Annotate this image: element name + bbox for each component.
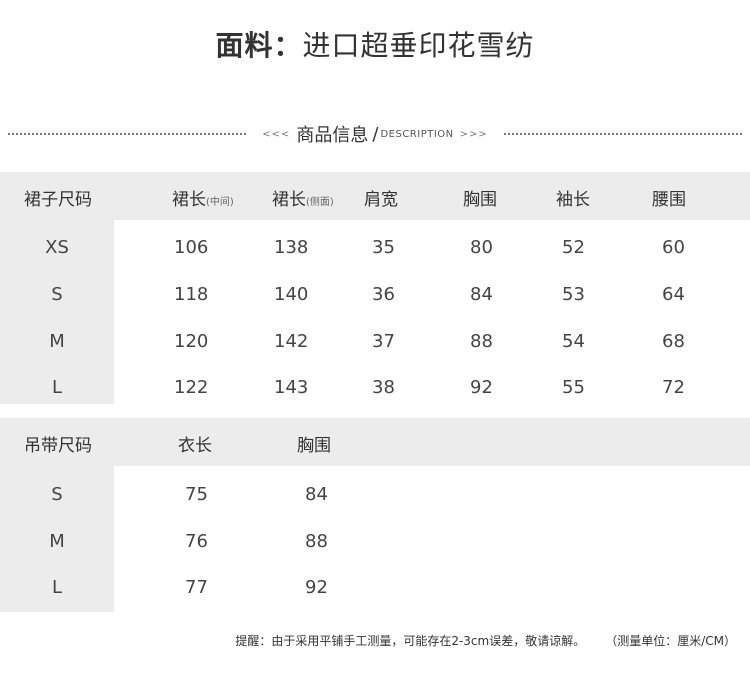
table-cell: 80 [470,237,493,258]
table-cell: 35 [372,237,395,258]
row-size-label: L [51,577,63,598]
strap-header-length: 衣长 [178,436,212,456]
table-cell: 140 [274,284,309,305]
dotted-divider-right [503,133,743,135]
table-cell: 77 [185,577,208,598]
skirt-header-row: 裙子尺码 裙长(中间) 裙长(侧面) 肩宽 胸围 袖长 腰围 [0,172,750,220]
skirt-header-sleeve: 袖长 [556,190,590,210]
row-size-label: M [49,331,65,352]
skirt-header-shoulder: 肩宽 [364,190,398,210]
footer-note: 提醒：由于采用平铺手工测量，可能存在2-3cm误差，敬请谅解。 [235,634,586,648]
left-arrows: <<< [262,128,291,140]
footer-unit: （测量单位：厘米/CM） [611,634,736,648]
skirt-header-size: 裙子尺码 [24,190,92,210]
skirt-header-waist: 腰围 [652,190,686,210]
strap-header-row: 吊带尺码 衣长 胸围 [0,418,750,466]
table-cell: 84 [305,484,328,505]
fabric-title: 面料：进口超垂印花雪纺 [0,24,750,64]
table-cell: 52 [562,237,585,258]
skirt-header-length-middle: 裙长(中间) [172,190,234,210]
table-cell: 60 [662,237,685,258]
table-cell: 142 [274,331,309,352]
table-cell: 106 [174,237,209,258]
skirt-header-bust: 胸围 [463,190,497,210]
section-header-center: <<< 商品信息 / DESCRIPTION >>> [246,121,504,147]
row-size-label: XS [45,237,69,258]
row-size-label: L [51,377,63,398]
row-size-label: S [51,484,63,505]
section-subtitle: DESCRIPTION [380,128,454,140]
table-cell: 54 [562,331,585,352]
row-size-label: M [49,531,65,552]
skirt-header-length-side: 裙长(侧面) [272,190,334,210]
strap-header-size: 吊带尺码 [24,436,92,456]
table-cell: 53 [562,284,585,305]
table-cell: 36 [372,284,395,305]
measurement-note: 提醒：由于采用平铺手工测量，可能存在2-3cm误差，敬请谅解。 （测量单位：厘米/… [235,632,736,649]
table-cell: 118 [174,284,209,305]
fabric-label: 面料： [215,29,303,62]
table-cell: 55 [562,377,585,398]
section-title: 商品信息 [296,125,369,146]
table-cell: 37 [372,331,395,352]
table-cell: 122 [174,377,209,398]
fabric-value: 进口超垂印花雪纺 [302,29,535,62]
table-cell: 92 [305,577,328,598]
table-cell: 120 [174,331,209,352]
table-cell: 84 [470,284,493,305]
row-size-label: S [51,284,63,305]
strap-header-bust: 胸围 [297,436,331,456]
table-cell: 138 [274,237,309,258]
section-header: <<< 商品信息 / DESCRIPTION >>> [8,121,743,147]
table-cell: 68 [662,331,685,352]
table-cell: 64 [662,284,685,305]
right-arrows: >>> [459,128,488,140]
table-cell: 38 [372,377,395,398]
table-cell: 72 [662,377,685,398]
dotted-divider-left [8,133,247,135]
table-cell: 88 [305,531,328,552]
table-cell: 92 [470,377,493,398]
table-cell: 76 [185,531,208,552]
table-cell: 75 [185,484,208,505]
table-cell: 88 [470,331,493,352]
section-slash: / [372,123,379,145]
table-cell: 143 [274,377,309,398]
